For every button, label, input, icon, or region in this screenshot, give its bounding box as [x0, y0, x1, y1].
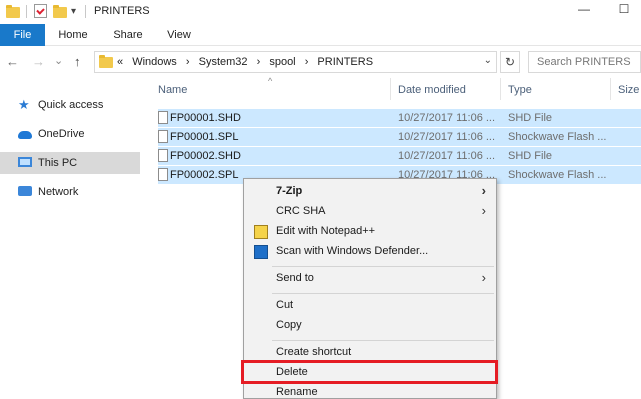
- nav-item-this-pc[interactable]: This PC: [0, 152, 140, 174]
- nav-item-label: Quick access: [38, 99, 104, 111]
- window-title: PRINTERS: [94, 5, 150, 17]
- menu-item-7zip[interactable]: 7-Zip ›: [244, 181, 496, 203]
- chevron-right-icon: ›: [481, 203, 486, 218]
- file-row[interactable]: FP00001.SHD 10/27/2017 11:06 ... SHD Fil…: [158, 109, 641, 127]
- menu-separator: [272, 293, 494, 294]
- notepad-icon: [254, 225, 268, 239]
- file-date: 10/27/2017 11:06 ...: [398, 112, 496, 124]
- address-row: ← → ⌄ ↑ « Windows › System32 › spool › P…: [0, 48, 641, 76]
- refresh-button[interactable]: ↻: [500, 51, 520, 73]
- delete-highlight-box: [241, 360, 498, 384]
- nav-item-quick-access[interactable]: ★ Quick access: [0, 94, 140, 116]
- breadcrumb-printers[interactable]: PRINTERS: [317, 56, 373, 68]
- column-divider[interactable]: [500, 78, 501, 100]
- menu-item-label: Cut: [276, 299, 294, 311]
- folder-icon: [6, 5, 20, 18]
- file-type: Shockwave Flash ...: [508, 131, 607, 143]
- column-header-size[interactable]: Size: [618, 84, 639, 96]
- menu-item-send-to[interactable]: Send to ›: [244, 268, 496, 290]
- column-header-type[interactable]: Type: [508, 84, 532, 96]
- file-type: Shockwave Flash ...: [508, 169, 607, 181]
- nav-item-label: Network: [38, 186, 79, 198]
- breadcrumb-overflow[interactable]: «: [117, 56, 123, 68]
- menu-item-copy[interactable]: Copy: [244, 315, 496, 337]
- file-icon: [158, 130, 168, 143]
- star-icon: ★: [18, 97, 30, 112]
- minimize-button[interactable]: —: [574, 2, 594, 18]
- breadcrumb-windows[interactable]: Windows: [132, 56, 177, 68]
- breadcrumb-separator[interactable]: ›: [257, 56, 261, 68]
- maximize-button[interactable]: ☐: [614, 2, 634, 18]
- menu-item-label: 7-Zip: [276, 185, 303, 197]
- address-dropdown-button[interactable]: ⌄: [484, 55, 492, 66]
- column-divider[interactable]: [390, 78, 391, 100]
- tab-file[interactable]: File: [0, 24, 45, 46]
- chevron-right-icon: ›: [481, 183, 486, 198]
- file-type: SHD File: [508, 150, 553, 162]
- file-name: FP00001.SHD: [170, 112, 241, 124]
- title-separator: [85, 5, 86, 18]
- file-row[interactable]: FP00001.SPL 10/27/2017 11:06 ... Shockwa…: [158, 128, 641, 146]
- file-icon: [158, 111, 168, 124]
- column-header-name[interactable]: Name: [158, 84, 187, 96]
- nav-item-onedrive[interactable]: OneDrive: [0, 123, 140, 145]
- up-button[interactable]: ↑: [74, 54, 81, 69]
- breadcrumb-system32[interactable]: System32: [199, 56, 248, 68]
- ribbon: File Home Share View: [0, 24, 641, 46]
- file-type: SHD File: [508, 112, 553, 124]
- column-divider[interactable]: [610, 78, 611, 100]
- column-header-date-modified[interactable]: Date modified: [398, 84, 466, 96]
- customize-toolbar-icon[interactable]: ▾: [71, 6, 76, 17]
- tab-home[interactable]: Home: [52, 24, 94, 46]
- menu-separator: [272, 340, 494, 341]
- menu-item-rename[interactable]: Rename: [244, 382, 496, 399]
- breadcrumb-separator[interactable]: ›: [305, 56, 309, 68]
- new-folder-icon[interactable]: [53, 5, 67, 18]
- forward-button[interactable]: →: [32, 54, 45, 69]
- menu-item-label: Copy: [276, 319, 302, 331]
- menu-item-cut[interactable]: Cut: [244, 295, 496, 317]
- chevron-right-icon: ›: [481, 270, 486, 285]
- tab-share[interactable]: Share: [108, 24, 148, 46]
- file-icon: [158, 149, 168, 162]
- menu-item-scan-defender[interactable]: Scan with Windows Defender...: [244, 241, 496, 263]
- menu-item-label: Send to: [276, 272, 314, 284]
- back-button[interactable]: ←: [6, 54, 19, 69]
- file-name: FP00002.SPL: [170, 169, 239, 181]
- network-icon: [18, 186, 32, 196]
- menu-item-label: Edit with Notepad++: [276, 225, 376, 237]
- menu-item-label: Scan with Windows Defender...: [276, 245, 429, 257]
- folder-icon: [99, 55, 113, 68]
- file-row[interactable]: FP00002.SHD 10/27/2017 11:06 ... SHD Fil…: [158, 147, 641, 165]
- title-separator: [26, 5, 27, 18]
- file-date: 10/27/2017 11:06 ...: [398, 131, 496, 143]
- menu-item-edit-notepad[interactable]: Edit with Notepad++: [244, 221, 496, 243]
- file-icon: [158, 168, 168, 181]
- breadcrumb-separator[interactable]: ›: [186, 56, 190, 68]
- nav-item-label: This PC: [38, 157, 78, 169]
- shield-icon: [254, 245, 268, 259]
- tab-view[interactable]: View: [160, 24, 198, 46]
- breadcrumb-spool[interactable]: spool: [269, 56, 295, 68]
- menu-item-label: Rename: [276, 386, 318, 398]
- menu-item-label: Create shortcut: [276, 346, 352, 358]
- recent-locations-button[interactable]: ⌄: [54, 54, 63, 67]
- sort-ascending-icon: ^: [268, 76, 273, 86]
- properties-icon[interactable]: [34, 4, 47, 18]
- menu-separator: [272, 266, 494, 267]
- cloud-icon: [18, 131, 32, 139]
- computer-icon: [18, 157, 32, 167]
- navigation-pane: ★ Quick access OneDrive This PC Network: [0, 84, 145, 399]
- search-input[interactable]: Search PRINTERS: [528, 51, 641, 73]
- menu-item-crc-sha[interactable]: CRC SHA ›: [244, 201, 496, 223]
- file-name: FP00002.SHD: [170, 150, 241, 162]
- nav-item-label: OneDrive: [38, 128, 85, 140]
- menu-item-label: CRC SHA: [276, 205, 326, 217]
- file-date: 10/27/2017 11:06 ...: [398, 150, 496, 162]
- address-bar[interactable]: « Windows › System32 › spool › PRINTERS …: [94, 51, 497, 73]
- file-name: FP00001.SPL: [170, 131, 239, 143]
- nav-item-network[interactable]: Network: [0, 181, 140, 203]
- breadcrumb: « Windows › System32 › spool › PRINTERS: [117, 56, 379, 68]
- title-bar: ▾ PRINTERS — ☐: [0, 0, 641, 24]
